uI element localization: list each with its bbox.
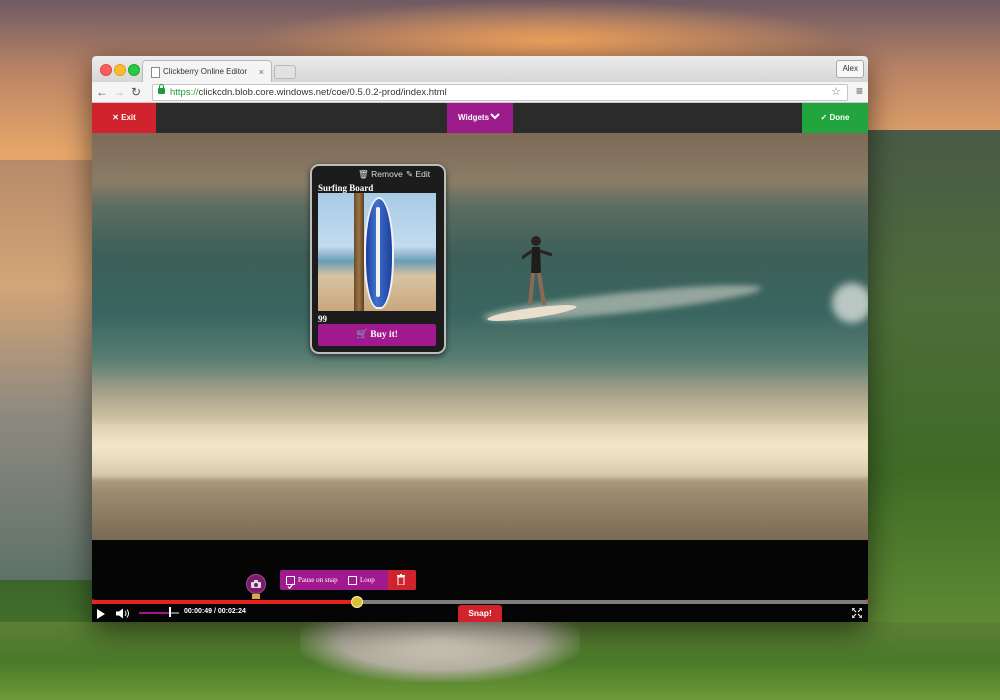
product-title: Surfing Board [318,183,374,193]
back-icon[interactable]: ← [96,84,108,100]
bookmark-star-icon[interactable]: ☆ [831,85,841,100]
surfboard-image [364,197,394,309]
desktop-sea [0,160,92,580]
snap-options-popup: Pause on snap Loop [280,570,416,590]
widgets-dropdown-button[interactable]: Widgets [447,103,513,133]
surfer-figure [522,236,552,306]
snap-button[interactable]: Snap! [458,605,502,622]
pause-on-snap-checkbox[interactable] [286,576,295,590]
product-price: 99 [318,314,327,324]
profile-button[interactable]: Alex [836,60,864,78]
window-close-button[interactable] [100,64,112,76]
snap-marker-tag [252,594,260,599]
desktop-hillside [868,130,1000,700]
menu-icon[interactable]: ≡ [856,83,863,99]
tab-title: Clickberry Online Editor [163,67,248,76]
browser-toolbar: ← → ↻ https://clickcdn.blob.core.windows… [92,82,868,103]
trash-icon [397,574,405,585]
volume-knob[interactable] [169,607,171,617]
delete-snap-button[interactable] [388,570,416,590]
page-icon [151,67,160,78]
remove-widget-button[interactable]: 🗑 Remove [358,169,403,180]
loop-checkbox[interactable] [348,576,357,585]
desktop-beach [300,622,580,682]
url-text: https://clickcdn.blob.core.windows.net/c… [170,87,447,98]
exit-button[interactable]: ✕ Exit [92,103,156,133]
fullscreen-icon[interactable] [852,608,862,618]
pause-on-snap-label: Pause on snap [298,576,338,584]
play-icon[interactable] [97,609,105,619]
browser-tab[interactable]: Clickberry Online Editor × [142,60,272,83]
buy-button[interactable]: 🛒 Buy it! [318,324,436,346]
editor-topbar: ✕ Exit Widgets ✓ Done [92,103,868,133]
wave-splash [832,283,868,323]
forward-icon[interactable]: → [113,84,125,100]
widgets-label: Widgets [458,113,490,122]
new-tab-button[interactable] [274,65,296,79]
reload-icon[interactable]: ↻ [131,84,141,100]
chevron-down-icon [490,113,500,120]
editor-app: ✕ Exit Widgets ✓ Done 🗑 Remove ✎ Edit Su… [92,103,868,622]
browser-window: Clickberry Online Editor × Alex ← → ↻ ht… [92,56,868,622]
loop-label: Loop [360,576,375,584]
time-display: 00:00:49 / 00:02:24 [184,608,246,615]
player-controls: 00:00:49 / 00:02:24 Snap! [92,604,868,622]
window-minimize-button[interactable] [114,64,126,76]
tab-close-icon[interactable]: × [259,61,264,83]
palm-trunk [354,193,364,311]
camera-icon [251,580,261,588]
timeline-panel: Pause on snap Loop 00:00:49 / 00:02:24 S… [92,540,868,622]
address-bar[interactable]: https://clickcdn.blob.core.windows.net/c… [152,84,848,101]
edit-widget-button[interactable]: ✎ Edit [406,169,430,180]
lock-icon [158,84,165,94]
snap-marker[interactable] [246,574,266,594]
product-widget[interactable]: 🗑 Remove ✎ Edit Surfing Board 99 🛒 Buy i… [310,164,446,354]
product-image [318,193,436,311]
video-frame[interactable]: 🗑 Remove ✎ Edit Surfing Board 99 🛒 Buy i… [92,133,868,540]
volume-icon[interactable] [116,608,130,619]
check-icon [287,583,294,590]
title-bar: Clickberry Online Editor × Alex [92,56,868,83]
wave-foam [92,423,868,478]
done-button[interactable]: ✓ Done [802,103,868,133]
window-maximize-button[interactable] [128,64,140,76]
volume-fill [139,612,169,614]
